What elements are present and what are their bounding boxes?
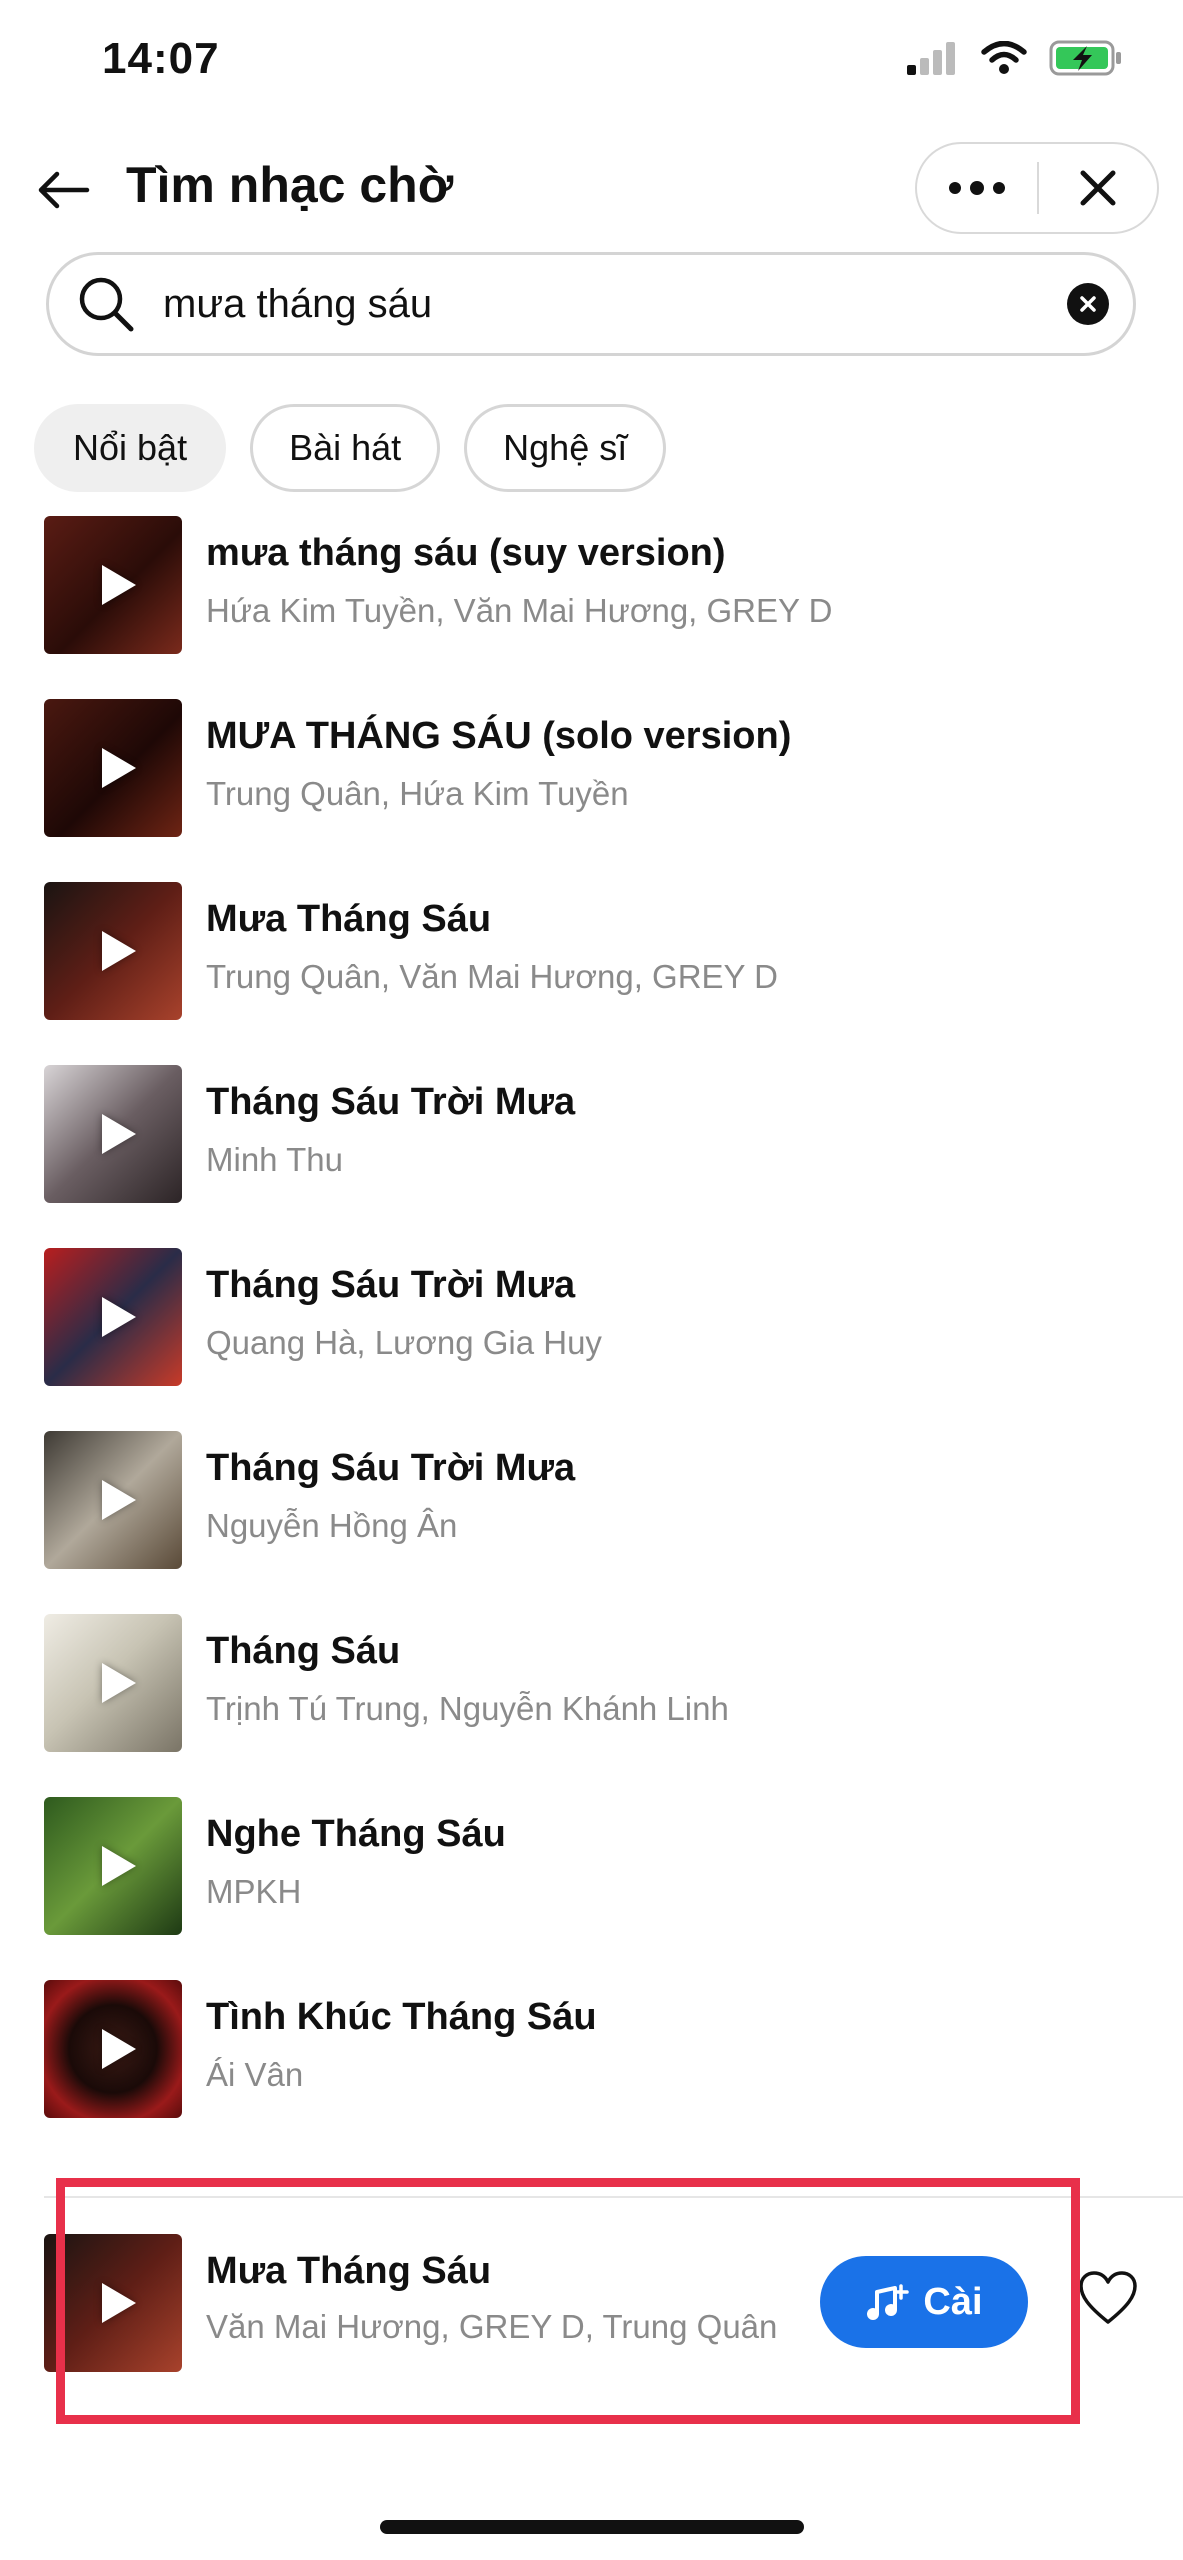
song-title: mưa tháng sáu (suy version)	[206, 532, 726, 574]
album-art	[44, 1797, 182, 1935]
song-artist: Quang Hà, Lương Gia Huy	[206, 1324, 602, 1361]
song-title: Tình Khúc Tháng Sáu	[206, 1996, 597, 2038]
album-art	[44, 1065, 182, 1203]
song-artist: Trung Quân, Văn Mai Hương, GREY D	[206, 958, 778, 995]
album-art	[44, 1248, 182, 1386]
album-art	[44, 2234, 182, 2372]
play-icon[interactable]	[102, 1297, 136, 1337]
song-artist: Minh Thu	[206, 1141, 343, 1178]
album-art	[44, 882, 182, 1020]
album-art	[44, 516, 182, 654]
album-art	[44, 1614, 182, 1752]
song-artist: Trung Quân, Hứa Kim Tuyền	[206, 775, 629, 812]
filter-tabs: Nổi bật Bài hát Nghệ sĩ	[34, 404, 667, 492]
search-box	[46, 252, 1136, 356]
heart-icon[interactable]	[1078, 2270, 1138, 2326]
list-item[interactable]: Tình Khúc Tháng Sáu Ái Vân	[0, 1964, 1183, 2147]
song-artist: Trịnh Tú Trung, Nguyễn Khánh Linh	[206, 1690, 729, 1727]
wifi-icon	[981, 41, 1027, 74]
song-title: Nghe Tháng Sáu	[206, 1813, 506, 1855]
tab-artists[interactable]: Nghệ sĩ	[464, 404, 667, 492]
status-icons	[907, 40, 1123, 76]
list-item[interactable]: Tháng Sáu Trời Mưa Nguyễn Hồng Ân	[0, 1415, 1183, 1598]
list-item[interactable]: Tháng Sáu Trời Mưa Quang Hà, Lương Gia H…	[0, 1232, 1183, 1415]
play-icon[interactable]	[102, 1480, 136, 1520]
close-icon	[1080, 170, 1116, 206]
tab-songs[interactable]: Bài hát	[250, 404, 441, 492]
play-icon[interactable]	[102, 2029, 136, 2069]
list-item[interactable]: Nghe Tháng Sáu MPKH	[0, 1781, 1183, 1964]
battery-icon	[1049, 40, 1121, 76]
play-icon[interactable]	[102, 565, 136, 605]
status-bar: 14:07	[0, 0, 1183, 130]
close-button[interactable]	[1039, 144, 1157, 232]
clear-icon	[1080, 296, 1096, 312]
tab-featured[interactable]: Nổi bật	[34, 404, 227, 492]
song-title: MƯA THÁNG SÁU (solo version)	[206, 715, 792, 757]
play-icon[interactable]	[102, 1114, 136, 1154]
music-note-add-icon	[867, 2284, 910, 2320]
status-time: 14:07	[102, 34, 220, 83]
song-title: Mưa Tháng Sáu	[206, 2250, 492, 2292]
song-artist: Hứa Kim Tuyền, Văn Mai Hương, GREY D	[206, 592, 833, 629]
header: Tìm nhạc chờ	[0, 130, 1183, 250]
list-item[interactable]: Tháng Sáu Trời Mưa Minh Thu	[0, 1049, 1183, 1232]
set-ringtone-label: Cài	[923, 2280, 983, 2323]
album-art	[44, 1980, 182, 2118]
clear-search-button[interactable]	[1067, 283, 1109, 325]
now-playing-card: Mưa Tháng Sáu Văn Mai Hương, GREY D, Tru…	[0, 2200, 1183, 2420]
mini-app-capsule	[915, 142, 1159, 234]
search-input[interactable]	[161, 280, 1067, 328]
search-icon	[75, 273, 137, 335]
more-button[interactable]	[917, 144, 1037, 232]
list-item[interactable]: mưa tháng sáu (suy version) Hứa Kim Tuyề…	[0, 500, 1183, 683]
list-item[interactable]: MƯA THÁNG SÁU (solo version) Trung Quân,…	[0, 683, 1183, 866]
home-indicator	[380, 2520, 804, 2534]
back-button[interactable]	[28, 160, 98, 220]
song-title: Tháng Sáu Trời Mưa	[206, 1264, 576, 1306]
song-artist: Văn Mai Hương, GREY D, Trung Quân	[206, 2308, 778, 2345]
song-title: Tháng Sáu	[206, 1630, 401, 1672]
play-icon[interactable]	[102, 1846, 136, 1886]
list-item[interactable]: Mưa Tháng Sáu Trung Quân, Văn Mai Hương,…	[0, 866, 1183, 1049]
play-icon[interactable]	[102, 1663, 136, 1703]
play-icon[interactable]	[102, 748, 136, 788]
play-icon[interactable]	[102, 2283, 136, 2323]
play-icon[interactable]	[102, 931, 136, 971]
song-artist: Nguyễn Hồng Ân	[206, 1507, 458, 1544]
album-art	[44, 1431, 182, 1569]
song-title: Tháng Sáu Trời Mưa	[206, 1081, 576, 1123]
signal-icon	[907, 42, 955, 75]
song-title: Mưa Tháng Sáu	[206, 898, 492, 940]
page-title: Tìm nhạc chờ	[126, 157, 454, 213]
arrow-left-icon	[38, 171, 90, 209]
song-artist: MPKH	[206, 1873, 302, 1910]
list-item[interactable]: Tháng Sáu Trịnh Tú Trung, Nguyễn Khánh L…	[0, 1598, 1183, 1781]
more-dots-icon	[949, 181, 1005, 195]
song-title: Tháng Sáu Trời Mưa	[206, 1447, 576, 1489]
bottom-divider	[44, 2196, 1183, 2198]
set-ringtone-button[interactable]: Cài	[820, 2256, 1028, 2348]
song-artist: Ái Vân	[206, 2056, 304, 2093]
album-art	[44, 699, 182, 837]
results-list: mưa tháng sáu (suy version) Hứa Kim Tuyề…	[0, 500, 1183, 2147]
